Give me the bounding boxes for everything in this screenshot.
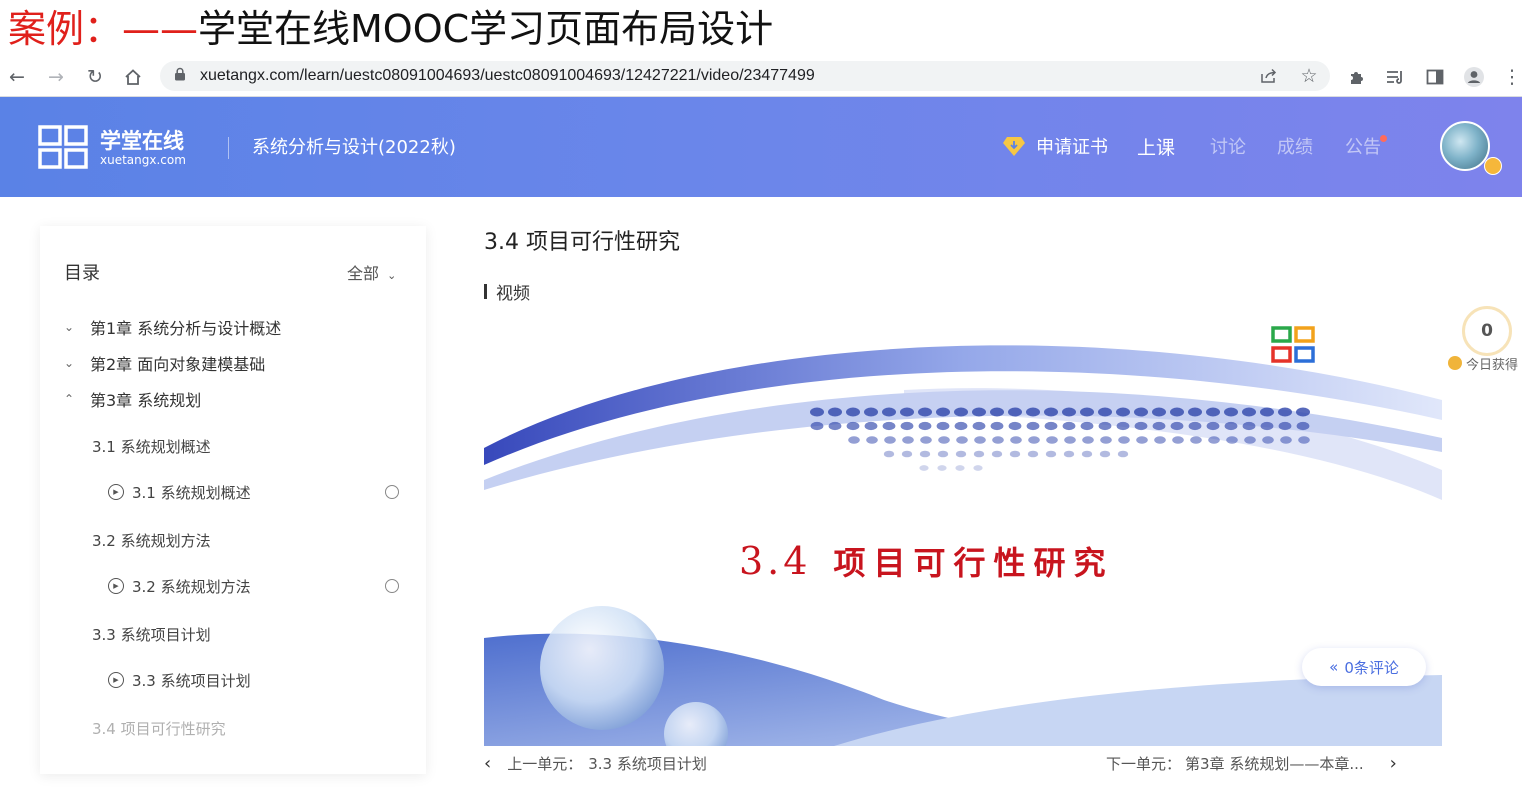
chapter-1-label: 第1章 系统分析与设计概述 (90, 319, 282, 338)
back-arrow-icon[interactable]: ← (5, 65, 29, 89)
chevron-left-icon: ‹ (484, 752, 492, 774)
chevron-right-icon: › (1389, 752, 1397, 774)
section-3-4[interactable]: 3.4 项目可行性研究 (92, 718, 226, 740)
profile-icon[interactable] (1462, 65, 1486, 89)
section-marker (484, 283, 487, 299)
catalog-filter-label: 全部 (347, 264, 380, 283)
play-circle-icon: ▶ (108, 578, 124, 594)
page-title: 3.4 项目可行性研究 (484, 230, 680, 255)
nav-grades[interactable]: 成绩 (1277, 135, 1313, 161)
chevron-down-icon: ⌄ (64, 320, 75, 334)
reading-list-icon[interactable] (1384, 65, 1408, 89)
section-3-2[interactable]: 3.2 系统规划方法 (92, 530, 211, 552)
share-icon[interactable] (1258, 65, 1280, 87)
video-player[interactable]: 3.4 项目可行性研究 « 0条评论 (484, 320, 1442, 746)
section-3-3[interactable]: 3.3 系统项目计划 (92, 624, 211, 646)
avatar[interactable] (1440, 121, 1490, 171)
lesson-3-3-label: 3.3 系统项目计划 (132, 671, 251, 690)
progress-pie-icon (385, 485, 399, 499)
coin-badge-icon (1484, 157, 1502, 175)
notification-dot (1380, 135, 1387, 142)
lesson-3-2-video[interactable]: ▶ 3.2 系统规划方法 (108, 575, 251, 597)
site-header: 学堂在线 xuetangx.com 系统分析与设计(2022秋) 申请证书 上课… (0, 97, 1522, 197)
chapter-2[interactable]: ⌄ 第2章 面向对象建模基础 (64, 351, 265, 375)
video-slide-number: 3.4 (739, 539, 812, 583)
comments-button[interactable]: « 0条评论 (1302, 648, 1426, 686)
slide-title: 案例：—— 学堂在线MOOC学习页面布局设计 (8, 4, 773, 54)
content-section-label: 视频 (484, 280, 530, 304)
next-unit-link[interactable]: 下一单元： 第3章 系统规划——本章... › (1106, 752, 1397, 774)
play-circle-icon: ▶ (108, 484, 124, 500)
catalog-filter-dropdown[interactable]: 全部 ⌄ (347, 263, 396, 287)
forward-arrow-icon[interactable]: → (44, 65, 68, 89)
chevron-down-icon: ⌄ (387, 269, 397, 282)
next-unit-label: 下一单元： (1106, 754, 1182, 773)
catalog-sidebar: 目录 全部 ⌄ ⌄ 第1章 系统分析与设计概述 ⌄ 第2章 面向对象建模基础 ⌃… (40, 226, 426, 774)
catalog-title: 目录 (64, 263, 100, 284)
logo-text-cn[interactable]: 学堂在线 (100, 129, 184, 153)
points-counter[interactable]: 0 (1462, 306, 1512, 356)
lesson-3-3-video[interactable]: ▶ 3.3 系统项目计划 (108, 669, 251, 691)
video-slide-background (484, 326, 1442, 746)
points-label-row: 今日获得 (1448, 354, 1519, 373)
address-bar[interactable]: xuetangx.com/learn/uestc08091004693/uest… (160, 61, 1330, 91)
home-icon[interactable] (121, 65, 145, 89)
nav-discussion[interactable]: 讨论 (1210, 135, 1246, 161)
nav-apply-certificate[interactable]: 申请证书 (1036, 135, 1108, 161)
prev-unit-link[interactable]: ‹ 上一单元： 3.3 系统项目计划 (484, 752, 707, 774)
browser-toolbar: ← → ↻ xuetangx.com/learn/uestc0809100469… (0, 58, 1522, 97)
play-circle-icon: ▶ (108, 672, 124, 688)
chapter-2-label: 第2章 面向对象建模基础 (90, 355, 266, 374)
nav-class[interactable]: 上课 (1137, 135, 1175, 161)
bookmark-star-icon[interactable]: ☆ (1298, 65, 1320, 87)
slide-title-prefix: 案例：—— (8, 7, 199, 51)
diamond-icon[interactable] (1002, 135, 1026, 157)
progress-pie-icon (385, 579, 399, 593)
chapter-3[interactable]: ⌃ 第3章 系统规划 (64, 387, 201, 411)
extensions-icon[interactable] (1345, 65, 1369, 89)
chevron-down-icon: ⌄ (64, 356, 75, 370)
video-slide-heading: 3.4 项目可行性研究 (739, 536, 1113, 586)
prev-unit-label: 上一单元： (507, 754, 583, 773)
header-divider (228, 137, 229, 159)
comments-count: 0条评论 (1344, 658, 1399, 677)
url-text[interactable]: xuetangx.com/learn/uestc08091004693/uest… (200, 67, 815, 85)
prev-unit-title: 3.3 系统项目计划 (588, 754, 707, 773)
section-3-1[interactable]: 3.1 系统规划概述 (92, 436, 211, 458)
chapter-3-label: 第3章 系统规划 (90, 391, 202, 410)
course-name[interactable]: 系统分析与设计(2022秋) (252, 135, 456, 161)
content-section-text: 视频 (496, 283, 530, 304)
chapter-1[interactable]: ⌄ 第1章 系统分析与设计概述 (64, 315, 281, 339)
lock-icon[interactable] (174, 67, 186, 84)
next-unit-title: 第3章 系统规划——本章... (1185, 754, 1364, 773)
coin-icon (1448, 356, 1462, 370)
nav-announcements[interactable]: 公告 (1345, 135, 1381, 161)
browser-menu-icon[interactable]: ⋮ (1500, 65, 1522, 89)
slide-title-main: 学堂在线MOOC学习页面布局设计 (198, 7, 774, 51)
double-chevron-left-icon: « (1329, 658, 1339, 676)
lesson-3-2-label: 3.2 系统规划方法 (132, 577, 251, 596)
xuetangx-logo-icon[interactable] (38, 125, 88, 169)
video-slide-heading-text: 项目可行性研究 (833, 544, 1114, 582)
reload-icon[interactable]: ↻ (83, 65, 107, 89)
lesson-3-1-video[interactable]: ▶ 3.1 系统规划概述 (108, 481, 251, 503)
lesson-3-1-label: 3.1 系统规划概述 (132, 483, 251, 502)
chevron-up-icon: ⌃ (64, 392, 75, 406)
points-label: 今日获得 (1466, 357, 1519, 373)
logo-text-en[interactable]: xuetangx.com (100, 153, 186, 167)
side-panel-icon[interactable] (1423, 65, 1447, 89)
